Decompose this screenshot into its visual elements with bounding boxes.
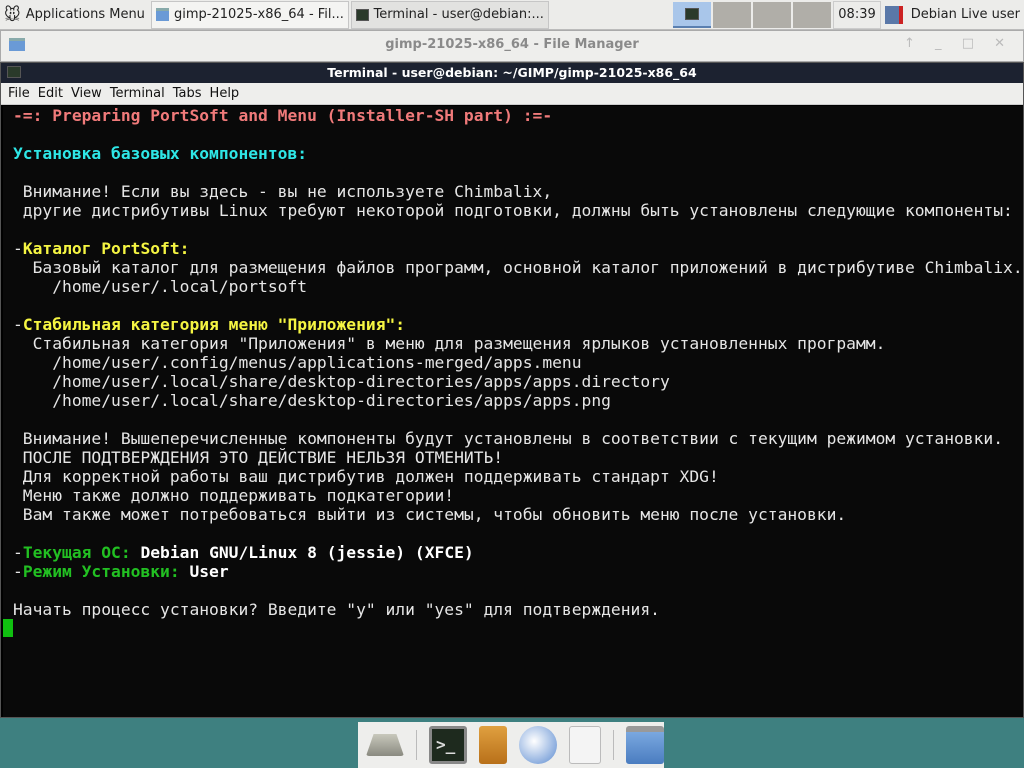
terminal-titlebar[interactable]: Terminal - user@debian: ~/GIMP/gimp-2102… bbox=[1, 63, 1023, 83]
folder-icon bbox=[155, 8, 170, 21]
terminal-text: Debian GNU/Linux 8 (jessie) (XFCE) bbox=[140, 543, 474, 562]
web-browser-icon[interactable] bbox=[519, 726, 557, 764]
divider bbox=[416, 730, 417, 760]
menu-edit[interactable]: Edit bbox=[38, 86, 63, 101]
window-title: gimp-21025-x86_64 - File Manager bbox=[385, 37, 639, 52]
terminal-text: -=: Preparing PortSoft and Menu (Install… bbox=[13, 106, 553, 125]
terminal-icon bbox=[355, 8, 369, 21]
show-desktop-icon[interactable] bbox=[366, 734, 404, 756]
terminal-line: -Текущая ОС: Debian GNU/Linux 8 (jessie)… bbox=[13, 543, 1023, 562]
terminal-text: /home/user/.local/share/desktop-director… bbox=[13, 372, 670, 391]
terminal-line: Вам также может потребоваться выйти из с… bbox=[13, 505, 1023, 524]
terminal-text: /home/user/.config/menus/applications-me… bbox=[13, 353, 582, 372]
terminal-line: -Каталог PortSoft: bbox=[13, 239, 1023, 258]
divider bbox=[613, 730, 614, 760]
menu-file[interactable]: File bbox=[8, 86, 30, 101]
terminal-text: ПОСЛЕ ПОДТВЕРЖДЕНИЯ ЭТО ДЕЙСТВИЕ НЕЛЬЗЯ … bbox=[13, 448, 504, 467]
terminal-text: Для корректной работы ваш дистрибутив до… bbox=[13, 467, 719, 486]
user-menu[interactable]: Debian Live user bbox=[907, 1, 1024, 29]
terminal-output[interactable]: -=: Preparing PortSoft and Menu (Install… bbox=[3, 106, 1023, 717]
terminal-line: /home/user/.local/share/desktop-director… bbox=[13, 391, 1023, 410]
terminal-line: -Режим Установки: User bbox=[13, 562, 1023, 581]
terminal-line: Стабильная категория "Приложения" в меню… bbox=[13, 334, 1023, 353]
workspace-1[interactable] bbox=[673, 1, 712, 28]
menu-view[interactable]: View bbox=[71, 86, 102, 101]
menu-terminal[interactable]: Terminal bbox=[110, 86, 165, 101]
network-disconnected-icon[interactable] bbox=[881, 1, 907, 29]
terminal-text: Стабильная категория меню "Приложения": bbox=[22, 315, 406, 334]
terminal-text: Каталог PortSoft: bbox=[22, 239, 190, 258]
terminal-line: -=: Preparing PortSoft and Menu (Install… bbox=[13, 106, 1023, 125]
menu-bar: File Edit View Terminal Tabs Help bbox=[1, 83, 1023, 105]
terminal-line: -Стабильная категория меню "Приложения": bbox=[13, 315, 1023, 334]
terminal-icon bbox=[685, 7, 700, 20]
terminal-text: Вам также может потребоваться выйти из с… bbox=[13, 505, 847, 524]
menu-help[interactable]: Help bbox=[210, 86, 240, 101]
file-manager-window[interactable]: gimp-21025-x86_64 - File Manager ↑ _ □ ✕ bbox=[0, 30, 1024, 62]
top-panel: 🐭 Applications Menu gimp-21025-x86_64 - … bbox=[0, 0, 1024, 30]
terminal-line: Внимание! Если вы здесь - вы не использу… bbox=[13, 182, 1023, 201]
terminal-text: - bbox=[13, 239, 23, 258]
terminal-line: Внимание! Вышеперечисленные компоненты б… bbox=[13, 429, 1023, 448]
terminal-icon[interactable]: >_ bbox=[429, 726, 467, 764]
window-title: Terminal - user@debian: ~/GIMP/gimp-2102… bbox=[327, 65, 697, 80]
terminal-text: Стабильная категория "Приложения" в меню… bbox=[13, 334, 886, 353]
applications-menu-button[interactable]: 🐭 Applications Menu bbox=[0, 1, 149, 29]
folder-icon[interactable] bbox=[626, 726, 664, 764]
menu-tabs[interactable]: Tabs bbox=[173, 86, 202, 101]
terminal-line: Начать процесс установки? Введите "y" ил… bbox=[13, 600, 1023, 619]
terminal-text: Режим Установки: bbox=[22, 562, 190, 581]
terminal-text: /home/user/.local/portsoft bbox=[13, 277, 308, 296]
terminal-text: - bbox=[13, 543, 23, 562]
prompt-line bbox=[3, 619, 1023, 638]
taskbar-item-file-manager[interactable]: gimp-21025-x86_64 - Fil... bbox=[150, 0, 349, 29]
dock: >_ bbox=[358, 722, 664, 768]
terminal-text: Базовый каталог для размещения файлов пр… bbox=[13, 258, 1023, 277]
terminal-line: /home/user/.local/portsoft bbox=[13, 277, 1023, 296]
terminal-text: - bbox=[13, 315, 23, 334]
text-cursor bbox=[3, 619, 13, 637]
terminal-window[interactable]: Terminal - user@debian: ~/GIMP/gimp-2102… bbox=[0, 62, 1024, 718]
terminal-text: Текущая ОС: bbox=[22, 543, 141, 562]
terminal-text: Внимание! Если вы здесь - вы не использу… bbox=[13, 182, 553, 201]
file-cabinet-icon[interactable] bbox=[479, 726, 507, 764]
terminal-line: ПОСЛЕ ПОДТВЕРЖДЕНИЯ ЭТО ДЕЙСТВИЕ НЕЛЬЗЯ … bbox=[13, 448, 1023, 467]
terminal-text: - bbox=[13, 562, 23, 581]
window-controls[interactable]: ↑ _ □ ✕ bbox=[904, 36, 1013, 51]
terminal-line: Базовый каталог для размещения файлов пр… bbox=[13, 258, 1023, 277]
terminal-line: Установка базовых компонентов: bbox=[13, 144, 1023, 163]
terminal-text: /home/user/.local/share/desktop-director… bbox=[13, 391, 611, 410]
terminal-line: Меню также должно поддерживать подкатего… bbox=[13, 486, 1023, 505]
terminal-icon bbox=[7, 66, 21, 78]
terminal-text: Внимание! Вышеперечисленные компоненты б… bbox=[13, 429, 1004, 448]
xfce-logo-icon: 🐭 bbox=[4, 5, 21, 24]
workspace-4[interactable] bbox=[793, 1, 832, 28]
terminal-line: Для корректной работы ваш дистрибутив до… bbox=[13, 467, 1023, 486]
terminal-text: Установка базовых компонентов: bbox=[13, 144, 308, 163]
terminal-text: другие дистрибутивы Linux требуют некото… bbox=[13, 201, 1013, 220]
workspace-3[interactable] bbox=[753, 1, 792, 28]
terminal-text: Меню также должно поддерживать подкатего… bbox=[13, 486, 455, 505]
app-finder-icon[interactable] bbox=[569, 726, 601, 764]
clock[interactable]: 08:39 bbox=[833, 0, 881, 29]
terminal-line: /home/user/.config/menus/applications-me… bbox=[13, 353, 1023, 372]
taskbar-item-terminal[interactable]: Terminal - user@debian:... bbox=[350, 0, 549, 29]
workspace-2[interactable] bbox=[713, 1, 752, 28]
terminal-text: User bbox=[189, 562, 229, 581]
terminal-line: другие дистрибутивы Linux требуют некото… bbox=[13, 201, 1023, 220]
terminal-line: /home/user/.local/share/desktop-director… bbox=[13, 372, 1023, 391]
terminal-text: Начать процесс установки? Введите "y" ил… bbox=[13, 600, 660, 619]
